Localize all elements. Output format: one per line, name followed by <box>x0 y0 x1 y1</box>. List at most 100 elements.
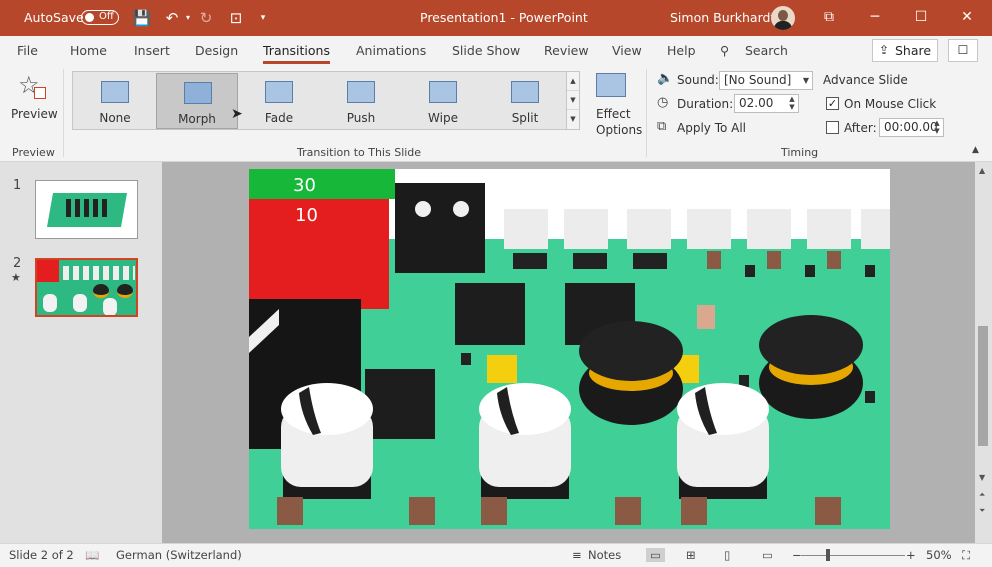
tab-file[interactable]: File <box>17 43 38 58</box>
black-connector <box>395 183 485 273</box>
thumbnail-parts <box>66 199 110 217</box>
transition-fade[interactable]: Fade <box>238 73 320 129</box>
green-fuse <box>249 169 395 199</box>
present-icon[interactable]: ⊡ <box>226 8 246 28</box>
transition-star-icon: ★ <box>11 271 21 284</box>
on-mouse-click-checkbox[interactable]: ✓ <box>826 97 839 110</box>
slide-thumbnail-1[interactable] <box>35 180 138 239</box>
customize-toolbar-icon[interactable]: ▾ <box>253 8 273 28</box>
separator <box>63 69 64 157</box>
capacitor <box>677 383 769 499</box>
slide-indicator: Slide 2 of 2 <box>9 548 74 562</box>
previous-slide-icon[interactable]: ⏶ <box>979 490 985 500</box>
redo-icon[interactable]: ↻ <box>196 8 216 28</box>
autosave-toggle[interactable]: Off <box>81 10 119 25</box>
zoom-in-icon[interactable]: + <box>906 548 916 562</box>
close-button[interactable]: ✕ <box>944 0 990 36</box>
spelling-icon[interactable]: 📖 <box>85 548 99 562</box>
slide-thumbnail-pane: 1 2 ★ <box>0 162 162 543</box>
morph-transition-icon <box>184 82 212 104</box>
maximize-button[interactable]: ☐ <box>898 0 944 36</box>
toggle-knob <box>85 13 94 22</box>
effect-options-icon <box>596 73 626 97</box>
language-indicator[interactable]: German (Switzerland) <box>116 548 242 562</box>
notes-button[interactable]: Notes <box>588 548 621 562</box>
tab-slide-show[interactable]: Slide Show <box>452 43 520 58</box>
thumbnail-inductor <box>117 284 133 298</box>
normal-view-icon[interactable]: ▭ <box>646 548 665 562</box>
undo-dropdown-icon[interactable]: ▾ <box>178 8 198 28</box>
fuse-10-label: 10 <box>295 205 318 226</box>
duration-spinner[interactable]: ▲ ▼ <box>786 95 798 112</box>
pcb-render: 30 10 <box>249 169 890 529</box>
tab-transitions[interactable]: Transitions <box>263 43 330 64</box>
red-fuse <box>249 199 389 309</box>
vertical-scrollbar[interactable]: ▲ ▼ ⏶ ⏷ <box>975 162 992 543</box>
ribbon-display-options-button[interactable]: ⧉ <box>806 0 852 36</box>
zoom-level[interactable]: 50% <box>926 548 952 562</box>
transition-split[interactable]: Split <box>484 73 566 129</box>
status-bar: Slide 2 of 2 📖 German (Switzerland) ≡ No… <box>0 543 992 567</box>
slide-show-icon[interactable]: ▭ <box>762 548 773 562</box>
gallery-scroll[interactable]: ▲ ▼ ▼ <box>566 71 580 130</box>
user-name[interactable]: Simon Burkhardt <box>670 10 775 25</box>
save-icon[interactable]: 💾 <box>132 8 152 28</box>
scrollbar-thumb[interactable] <box>978 326 988 446</box>
slide-thumbnail-2[interactable] <box>35 258 138 317</box>
tab-review[interactable]: Review <box>544 43 589 58</box>
tab-help[interactable]: Help <box>667 43 696 58</box>
ribbon: ☆ Preview Preview None Morph Fade Push W… <box>0 65 992 162</box>
inductor <box>579 321 683 425</box>
slide-sorter-icon[interactable]: ⊞ <box>686 548 696 562</box>
share-button[interactable]: Share <box>872 39 938 62</box>
transition-wipe[interactable]: Wipe <box>402 73 484 129</box>
tab-animations[interactable]: Animations <box>356 43 426 58</box>
thumbnail-components <box>63 266 135 280</box>
slide-2[interactable]: 30 10 <box>249 169 890 529</box>
comments-button[interactable]: ☐ <box>948 39 978 62</box>
gallery-more-icon[interactable]: ▼ <box>567 110 579 129</box>
thumbnail-capacitor <box>73 294 87 312</box>
tab-insert[interactable]: Insert <box>134 43 170 58</box>
gallery-down-icon[interactable]: ▼ <box>567 91 579 110</box>
fit-to-window-icon[interactable]: ⛶ <box>962 548 970 563</box>
zoom-slider-thumb[interactable] <box>826 549 830 561</box>
transition-push[interactable]: Push <box>320 73 402 129</box>
apply-to-all-button[interactable]: Apply To All <box>677 121 746 135</box>
ic-chip <box>365 369 435 439</box>
transition-morph[interactable]: Morph <box>156 73 238 129</box>
ribbon-tabs: File Home Insert Design Transitions Anim… <box>0 36 992 65</box>
inductor <box>759 315 863 419</box>
collapse-ribbon-icon[interactable]: ▲ <box>972 145 979 155</box>
reading-view-icon[interactable]: ▯ <box>724 548 730 562</box>
transition-none[interactable]: None <box>74 73 156 129</box>
search-box[interactable]: Search <box>745 43 788 58</box>
separator <box>646 69 647 157</box>
gallery-up-icon[interactable]: ▲ <box>567 72 579 91</box>
transition-label: Fade <box>264 111 294 125</box>
user-avatar[interactable] <box>771 6 795 30</box>
scroll-up-icon[interactable]: ▲ <box>979 166 985 175</box>
slide-editor-canvas: 30 10 <box>163 162 975 543</box>
next-slide-icon[interactable]: ⏷ <box>979 506 985 516</box>
duration-field[interactable]: 02.00 ▲ ▼ <box>734 94 799 113</box>
after-checkbox[interactable] <box>826 121 839 134</box>
tab-design[interactable]: Design <box>195 43 238 58</box>
preview-button[interactable]: ☆ Preview <box>6 71 58 129</box>
transition-label: None <box>99 111 131 125</box>
mouse-cursor-icon: ➤ <box>231 106 243 122</box>
ic-chip <box>455 283 525 345</box>
tab-home[interactable]: Home <box>70 43 107 58</box>
after-spinner[interactable]: ▲ ▼ <box>931 119 943 136</box>
after-label: After: <box>844 121 877 135</box>
slide-number: 2 <box>13 256 22 271</box>
sound-dropdown[interactable]: [No Sound] ▼ <box>719 71 813 90</box>
search-icon[interactable]: ⚲ <box>720 43 729 58</box>
minimize-button[interactable]: ─ <box>852 0 898 36</box>
zoom-slider[interactable] <box>801 555 905 556</box>
scroll-down-icon[interactable]: ▼ <box>979 473 985 482</box>
after-field[interactable]: 00:00.00 ▲ ▼ <box>879 118 944 137</box>
tab-view[interactable]: View <box>612 43 642 58</box>
fuse-30-label: 30 <box>293 175 316 196</box>
effect-options-line1: Effect <box>596 107 631 121</box>
